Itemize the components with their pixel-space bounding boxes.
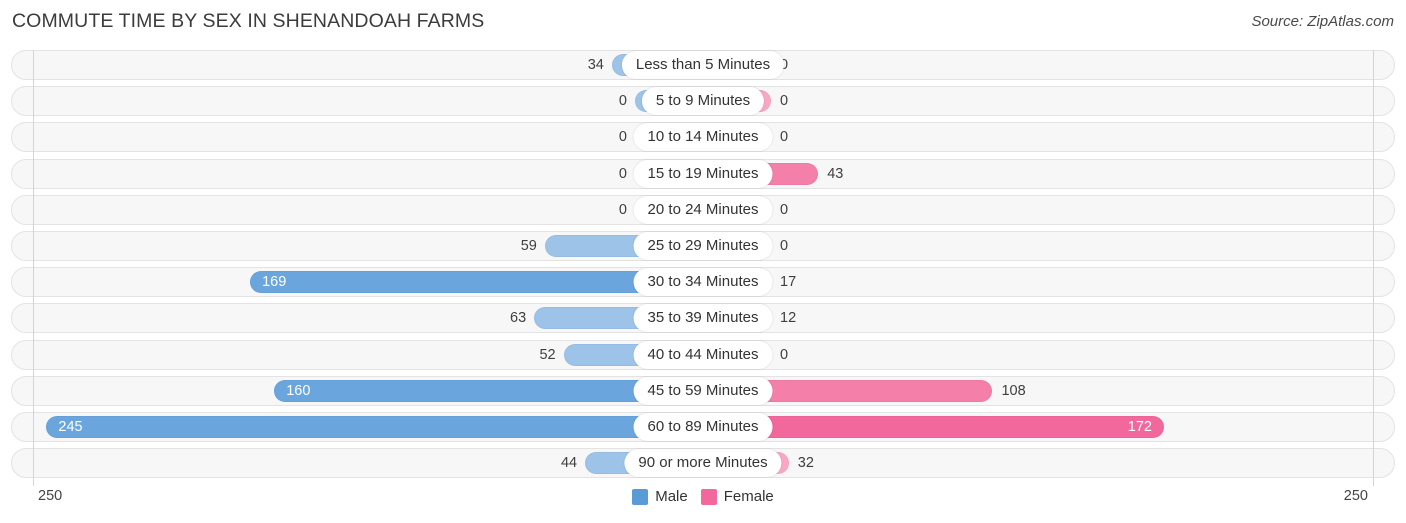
chart-row: 160 108 45 to 59 Minutes [0,375,1406,406]
value-label-female: 32 [797,455,814,472]
value-label-male: 34 [587,57,604,73]
value-label-female: 0 [780,93,789,110]
chart-row: 34 0 Less than 5 Minutes [0,50,1406,80]
category-label: 35 to 39 Minutes [633,304,773,333]
gridline-right-max [1373,50,1374,486]
value-label-male: 44 [560,455,578,472]
value-label-female: 43 [827,165,844,182]
value-label-male: 59 [520,237,537,254]
chart-row: 169 17 30 to 34 Minutes [0,267,1406,298]
chart-row: 44 32 90 or more Minutes [0,448,1406,479]
value-label-female: 0 [780,237,789,254]
chart-row: 63 12 35 to 39 Minutes [0,303,1406,334]
category-label: 25 to 29 Minutes [633,231,773,260]
legend-label-female: Female [723,488,774,505]
category-label: 10 to 14 Minutes [633,123,773,152]
category-label: 90 or more Minutes [624,449,782,478]
category-label: 5 to 9 Minutes [641,87,765,116]
legend-swatch-male-icon [632,488,649,505]
chart-row: 0 0 5 to 9 Minutes [0,86,1406,117]
value-label-male: 63 [510,310,527,327]
value-label-female: 0 [780,129,789,146]
value-label-female: 12 [780,310,797,327]
value-label-male: 0 [618,201,627,218]
value-label-male: 0 [618,129,627,146]
category-label: 15 to 19 Minutes [633,159,773,188]
legend: Male Female [0,488,1406,505]
chart-header: COMMUTE TIME BY SEX IN SHENANDOAH FARMS … [0,0,1406,44]
chart-footer: 250 250 Male Female [0,484,1406,523]
value-label-female: 172 [1127,418,1152,435]
bar-male[interactable] [46,415,703,438]
chart-row: 52 0 40 to 44 Minutes [0,339,1406,370]
legend-item-female[interactable]: Female [700,488,774,505]
chart-row: 245 172 60 to 89 Minutes [0,411,1406,442]
value-label-female: 0 [780,201,789,218]
source-attribution: Source: ZipAtlas.com [1251,13,1394,30]
value-label-male: 52 [539,346,556,363]
value-label-male: 160 [286,382,311,399]
bar-rows: 34 0 Less than 5 Minutes 0 0 5 to 9 Minutes 0 0… [0,50,1406,484]
chart-row: 0 0 10 to 14 Minutes [0,122,1406,153]
value-label-male: 169 [262,274,287,291]
value-label-male: 245 [58,418,83,435]
value-label-female: 108 [1001,382,1026,399]
legend-label-male: Male [655,488,688,505]
legend-swatch-female-icon [700,488,717,505]
chart-row: 0 43 15 to 19 Minutes [0,158,1406,189]
value-label-male: 0 [618,165,627,182]
legend-item-male[interactable]: Male [632,488,688,505]
category-label: 45 to 59 Minutes [633,376,773,405]
category-label: 30 to 34 Minutes [633,268,773,297]
value-label-male: 0 [618,93,627,110]
chart-row: 59 0 25 to 29 Minutes [0,230,1406,261]
value-label-female: 0 [780,346,789,363]
category-label: Less than 5 Minutes [621,51,785,79]
chart-row: 0 0 20 to 24 Minutes [0,194,1406,225]
category-label: 40 to 44 Minutes [633,340,773,369]
chart-root: COMMUTE TIME BY SEX IN SHENANDOAH FARMS … [0,0,1406,523]
gridline-left-max [33,50,34,486]
page-title: COMMUTE TIME BY SEX IN SHENANDOAH FARMS [12,10,485,32]
category-label: 20 to 24 Minutes [633,195,773,224]
value-label-female: 17 [780,274,797,291]
category-label: 60 to 89 Minutes [633,412,773,441]
plot-area: 34 0 Less than 5 Minutes 0 0 5 to 9 Minutes 0 0… [0,50,1406,486]
